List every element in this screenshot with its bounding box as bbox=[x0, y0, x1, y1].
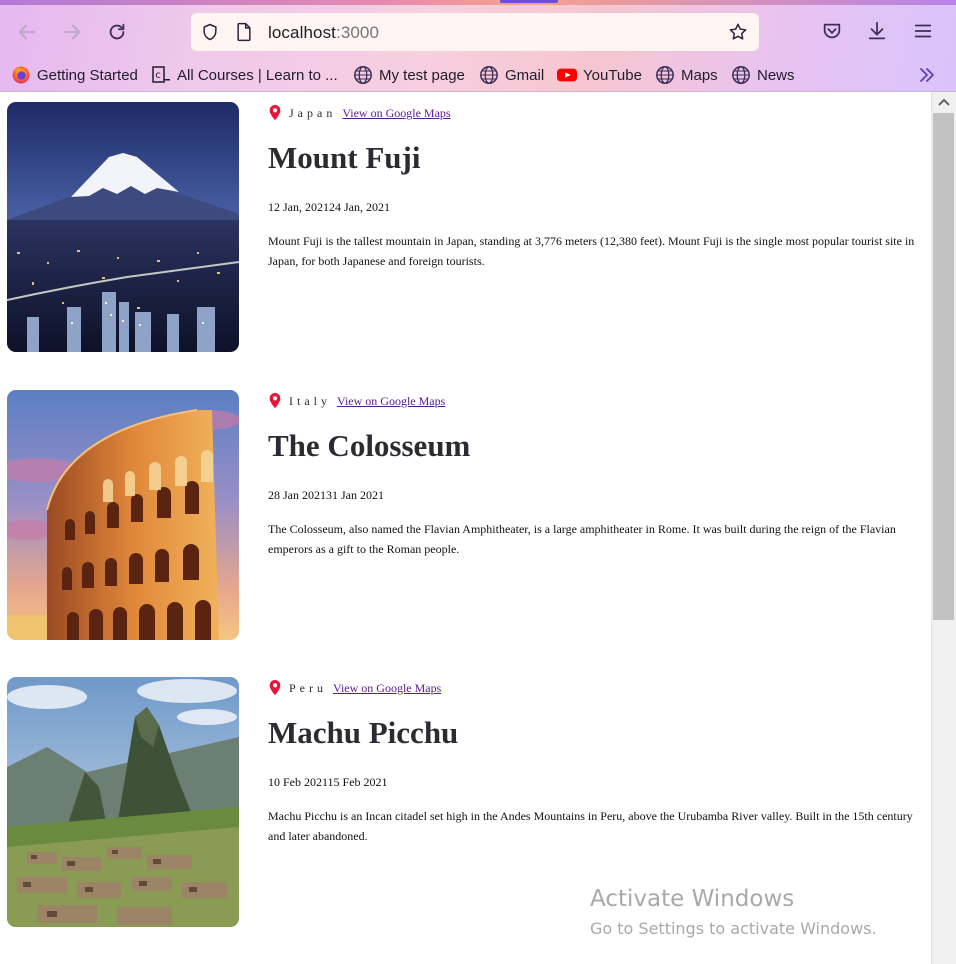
google-maps-link[interactable]: View on Google Maps bbox=[342, 106, 450, 121]
menu-button[interactable] bbox=[911, 19, 935, 43]
globe-icon bbox=[353, 65, 373, 85]
page-content: Japan View on Google Maps Mount Fuji 12 … bbox=[0, 92, 931, 964]
youtube-icon bbox=[557, 65, 577, 85]
bookmark-youtube[interactable]: YouTube bbox=[557, 64, 642, 86]
bookmark-label: Getting Started bbox=[37, 66, 138, 84]
shield-icon[interactable] bbox=[200, 22, 220, 42]
travel-dates: 12 Jan, 202124 Jan, 2021 bbox=[268, 200, 390, 214]
url-text[interactable]: localhost:3000 bbox=[268, 23, 379, 43]
double-chevron-right-icon bbox=[920, 68, 934, 82]
travel-dates: 10 Feb 202115 Feb 2021 bbox=[268, 775, 388, 789]
travel-entry: Japan View on Google Maps Mount Fuji 12 … bbox=[0, 92, 931, 352]
bookmark-all-courses[interactable]: c All Courses | Learn to ... bbox=[151, 64, 338, 86]
place-title: Mount Fuji bbox=[268, 140, 421, 175]
machu-picchu-photo bbox=[7, 677, 239, 927]
page-icon[interactable] bbox=[234, 22, 254, 42]
place-description: Machu Picchu is an Incan citadel set hig… bbox=[268, 809, 913, 843]
pocket-icon bbox=[823, 23, 841, 39]
place-description: Mount Fuji is the tallest mountain in Ja… bbox=[268, 234, 915, 268]
bookmark-maps[interactable]: Maps bbox=[655, 64, 718, 86]
codecademy-icon: c bbox=[151, 65, 171, 85]
location-pin-icon bbox=[269, 393, 281, 409]
firefox-icon bbox=[11, 65, 31, 85]
google-maps-link[interactable]: View on Google Maps bbox=[333, 681, 441, 696]
globe-icon bbox=[479, 65, 499, 85]
back-button[interactable] bbox=[13, 18, 41, 46]
globe-icon bbox=[731, 65, 751, 85]
location-row: Peru View on Google Maps bbox=[268, 679, 441, 697]
bookmarks-bar: Getting Started c All Courses | Learn to… bbox=[0, 60, 956, 90]
bookmark-getting-started[interactable]: Getting Started bbox=[11, 64, 138, 86]
travel-entry: Italy View on Google Maps The Colosseum … bbox=[0, 380, 931, 640]
vertical-scrollbar[interactable] bbox=[931, 92, 956, 964]
mount-fuji-photo bbox=[7, 102, 239, 352]
url-port: :3000 bbox=[336, 23, 380, 42]
bookmark-label: Maps bbox=[681, 66, 718, 84]
downloads-button[interactable] bbox=[865, 19, 889, 43]
arrow-right-icon bbox=[63, 24, 81, 40]
forward-button[interactable] bbox=[58, 18, 86, 46]
bookmark-label: Gmail bbox=[505, 66, 545, 84]
active-tab-indicator[interactable] bbox=[500, 0, 558, 3]
location-pin-icon bbox=[269, 105, 281, 121]
scroll-up-button[interactable] bbox=[932, 92, 956, 112]
place-description: The Colosseum, also named the Flavian Am… bbox=[268, 522, 896, 556]
location-row: Italy View on Google Maps bbox=[268, 392, 445, 410]
chevron-up-icon bbox=[938, 98, 950, 106]
bookmarks-overflow-button[interactable] bbox=[917, 64, 937, 86]
browser-toolbar: localhost:3000 Getting Started c All Cou… bbox=[0, 0, 956, 92]
location-pin-icon bbox=[269, 680, 281, 696]
bookmark-news[interactable]: News bbox=[731, 64, 795, 86]
travel-entry: Peru View on Google Maps Machu Picchu 10… bbox=[0, 667, 931, 927]
svg-text:c: c bbox=[155, 70, 161, 81]
bookmark-gmail[interactable]: Gmail bbox=[479, 64, 544, 86]
reload-button[interactable] bbox=[103, 18, 131, 46]
place-title: Machu Picchu bbox=[268, 715, 459, 750]
country-label: Japan bbox=[289, 105, 337, 120]
bookmark-label: News bbox=[757, 66, 795, 84]
scrollbar-thumb[interactable] bbox=[933, 113, 954, 620]
place-title: The Colosseum bbox=[268, 428, 471, 463]
url-host: localhost bbox=[268, 23, 336, 42]
arrow-left-icon bbox=[18, 24, 36, 40]
address-bar[interactable]: localhost:3000 bbox=[191, 13, 759, 51]
bookmark-my-test-page[interactable]: My test page bbox=[353, 64, 465, 86]
country-label: Peru bbox=[289, 680, 327, 695]
pocket-button[interactable] bbox=[820, 19, 844, 43]
hamburger-menu-icon bbox=[914, 24, 932, 38]
tab-strip-edge bbox=[0, 0, 956, 5]
bookmark-label: YouTube bbox=[583, 66, 642, 84]
bookmark-label: All Courses | Learn to ... bbox=[177, 66, 338, 84]
reload-icon bbox=[109, 23, 125, 40]
location-row: Japan View on Google Maps bbox=[268, 104, 451, 122]
travel-dates: 28 Jan 202131 Jan 2021 bbox=[268, 488, 384, 502]
country-label: Italy bbox=[289, 393, 331, 408]
globe-icon bbox=[655, 65, 675, 85]
bookmark-label: My test page bbox=[379, 66, 465, 84]
colosseum-photo bbox=[7, 390, 239, 640]
google-maps-link[interactable]: View on Google Maps bbox=[337, 394, 445, 409]
download-icon bbox=[868, 21, 886, 40]
star-bookmark-icon[interactable] bbox=[728, 22, 748, 42]
